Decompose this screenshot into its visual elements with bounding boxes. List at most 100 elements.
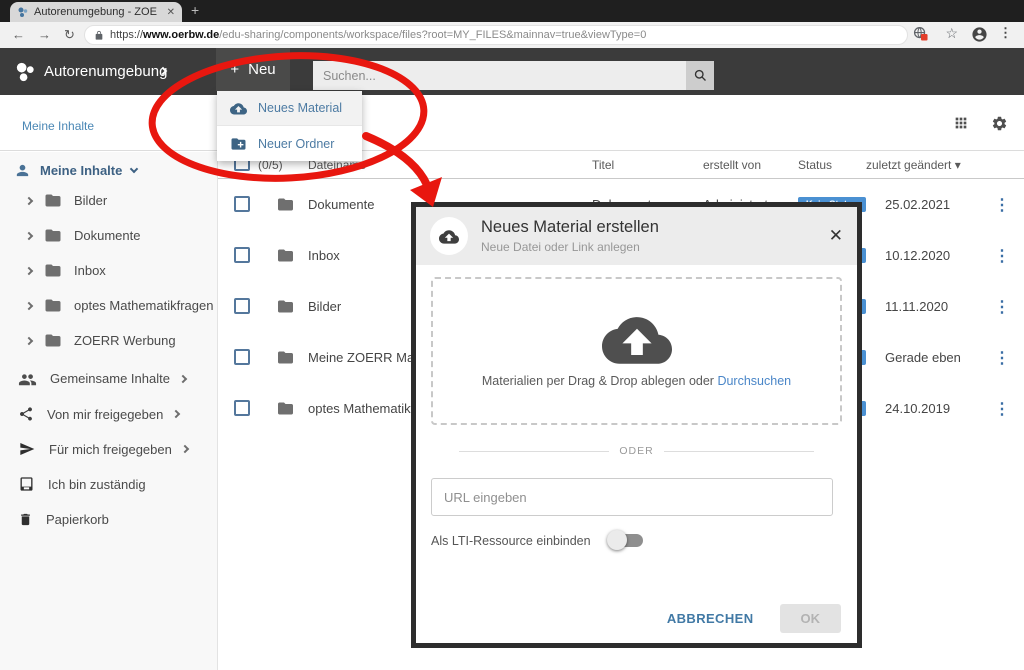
row-checkbox[interactable] bbox=[234, 298, 250, 314]
browser-tabstrip: Autorenumgebung - ZOE ✕ + bbox=[0, 0, 1024, 22]
file-name: Bilder bbox=[308, 299, 341, 314]
cloud-upload-icon bbox=[602, 314, 672, 364]
dialog-header: Neues Material erstellen Neue Datei oder… bbox=[416, 207, 857, 265]
sidebar-item-ich-bin-zustaendig[interactable]: Ich bin zuständig bbox=[18, 476, 146, 492]
browser-tab[interactable]: Autorenumgebung - ZOE ✕ bbox=[10, 2, 182, 22]
file-name: Dokumente bbox=[308, 197, 374, 212]
settings-gear-icon[interactable] bbox=[991, 115, 1008, 132]
search-input[interactable] bbox=[313, 61, 686, 90]
menu-item-neuer-ordner[interactable]: Neuer Ordner bbox=[217, 126, 362, 161]
grid-view-icon[interactable] bbox=[953, 115, 969, 132]
plus-icon: + bbox=[230, 61, 239, 78]
new-tab-button[interactable]: + bbox=[191, 2, 199, 18]
folder-icon bbox=[276, 350, 295, 365]
tab-close-icon[interactable]: ✕ bbox=[167, 7, 175, 18]
file-modified: Gerade eben bbox=[885, 350, 961, 365]
lock-icon bbox=[94, 30, 104, 41]
sort-arrow-icon: ▾ bbox=[955, 158, 961, 172]
cloud-upload-icon bbox=[230, 102, 247, 115]
dropzone[interactable]: Materialien per Drag & Drop ablegen oder… bbox=[431, 277, 842, 425]
sidebar-link-label: Gemeinsame Inhalte bbox=[50, 371, 170, 386]
chevron-right-icon bbox=[25, 301, 33, 309]
bookmark-star-icon[interactable]: ☆ bbox=[945, 25, 958, 42]
sidebar-item-papierkorb[interactable]: Papierkorb bbox=[18, 511, 109, 528]
row-checkbox[interactable] bbox=[234, 400, 250, 416]
new-button[interactable]: + Neu bbox=[216, 48, 290, 91]
dialog-body: Materialien per Drag & Drop ablegen oder… bbox=[416, 265, 857, 643]
file-modified: 11.11.2020 bbox=[885, 299, 948, 314]
file-modified: 25.02.2021 bbox=[885, 197, 950, 212]
column-status[interactable]: Status bbox=[798, 158, 832, 172]
sidebar-item-meine-inhalte[interactable]: Meine Inhalte bbox=[14, 162, 137, 179]
row-menu-icon[interactable]: ⋮ bbox=[994, 399, 1010, 419]
profile-icon[interactable] bbox=[971, 26, 988, 43]
file-name: Inbox bbox=[308, 248, 340, 263]
sidebar-folder-label: optes Mathematikfragen bbox=[74, 298, 213, 313]
chevron-right-icon bbox=[181, 445, 189, 453]
folder-icon bbox=[276, 401, 295, 416]
reload-icon[interactable]: ↻ bbox=[64, 27, 75, 43]
row-menu-icon[interactable]: ⋮ bbox=[994, 246, 1010, 266]
share-icon bbox=[18, 406, 34, 422]
people-icon bbox=[18, 372, 37, 386]
extension-icon[interactable] bbox=[913, 26, 928, 41]
sidebar-folder-inbox[interactable]: Inbox bbox=[26, 263, 106, 278]
close-icon[interactable]: ✕ bbox=[829, 226, 843, 246]
app-title: Autorenumgebung bbox=[44, 63, 167, 80]
sidebar-folder-label: Bilder bbox=[74, 193, 107, 208]
row-menu-icon[interactable]: ⋮ bbox=[994, 195, 1010, 215]
ok-button[interactable]: OK bbox=[780, 604, 842, 633]
sidebar-folder-dokumente[interactable]: Dokumente bbox=[26, 228, 140, 243]
breadcrumb[interactable]: Meine Inhalte bbox=[22, 119, 94, 133]
chevron-right-icon bbox=[25, 266, 33, 274]
sidebar-item-von-mir-freigegeben[interactable]: Von mir freigegeben bbox=[18, 406, 179, 422]
search-button[interactable] bbox=[686, 61, 714, 90]
browse-link[interactable]: Durchsuchen bbox=[717, 374, 791, 388]
new-button-label: Neu bbox=[248, 61, 276, 78]
menu-item-label: Neues Material bbox=[258, 101, 342, 115]
tab-title: Autorenumgebung - ZOE bbox=[34, 6, 162, 18]
dialog-icon-circle bbox=[430, 217, 468, 255]
sidebar: Meine Inhalte Bilder Dokumente Inbox opt… bbox=[0, 152, 218, 670]
edu-sharing-logo[interactable] bbox=[14, 60, 37, 83]
chevron-right-icon bbox=[25, 336, 33, 344]
search-box bbox=[313, 61, 686, 90]
sidebar-link-label: Für mich freigegeben bbox=[49, 442, 172, 457]
device-icon bbox=[18, 476, 35, 492]
sidebar-folder-label: ZOERR Werbung bbox=[74, 333, 176, 348]
sidebar-folder-zoerr-werbung[interactable]: ZOERR Werbung bbox=[26, 333, 176, 348]
url-input[interactable] bbox=[431, 478, 833, 516]
row-checkbox[interactable] bbox=[234, 247, 250, 263]
new-material-dialog: Neues Material erstellen Neue Datei oder… bbox=[411, 202, 862, 648]
row-checkbox[interactable] bbox=[234, 196, 250, 212]
column-zuletzt-geaendert[interactable]: zuletzt geändert ▾ bbox=[866, 158, 961, 172]
folder-icon bbox=[44, 228, 62, 243]
cancel-button[interactable]: ABBRECHEN bbox=[667, 611, 754, 626]
sidebar-folder-optes[interactable]: optes Mathematikfragen bbox=[26, 298, 213, 313]
back-icon[interactable]: ← bbox=[12, 27, 25, 42]
browser-menu-icon[interactable]: ⋮ bbox=[999, 25, 1012, 41]
sidebar-item-gemeinsame-inhalte[interactable]: Gemeinsame Inhalte bbox=[18, 371, 186, 386]
chevron-right-icon bbox=[25, 231, 33, 239]
forward-icon[interactable]: → bbox=[38, 27, 51, 42]
address-bar[interactable]: https://www.oerbw.de/edu-sharing/compone… bbox=[84, 25, 908, 45]
row-menu-icon[interactable]: ⋮ bbox=[994, 297, 1010, 317]
browser-toolbar: ← → ↻ https://www.oerbw.de/edu-sharing/c… bbox=[0, 22, 1024, 48]
new-dropdown-menu: Neues Material Neuer Ordner bbox=[217, 91, 362, 161]
search-icon bbox=[693, 68, 708, 83]
sidebar-link-label: Ich bin zuständig bbox=[48, 477, 146, 492]
folder-icon bbox=[44, 263, 62, 278]
row-menu-icon[interactable]: ⋮ bbox=[994, 348, 1010, 368]
sidebar-link-label: Von mir freigegeben bbox=[47, 407, 163, 422]
column-titel[interactable]: Titel bbox=[592, 158, 614, 172]
sidebar-folder-bilder[interactable]: Bilder bbox=[26, 193, 107, 208]
sidebar-root-label: Meine Inhalte bbox=[40, 163, 122, 178]
menu-item-neues-material[interactable]: Neues Material bbox=[217, 91, 362, 126]
screen: Autorenumgebung - ZOE ✕ + ← → ↻ https://… bbox=[0, 0, 1024, 670]
dialog-title: Neues Material erstellen bbox=[481, 218, 659, 237]
column-erstellt-von[interactable]: erstellt von bbox=[703, 158, 761, 172]
sidebar-item-fuer-mich-freigegeben[interactable]: Für mich freigegeben bbox=[18, 441, 188, 457]
lti-toggle[interactable] bbox=[607, 533, 643, 548]
row-checkbox[interactable] bbox=[234, 349, 250, 365]
dropzone-text: Materialien per Drag & Drop ablegen oder… bbox=[482, 374, 791, 388]
